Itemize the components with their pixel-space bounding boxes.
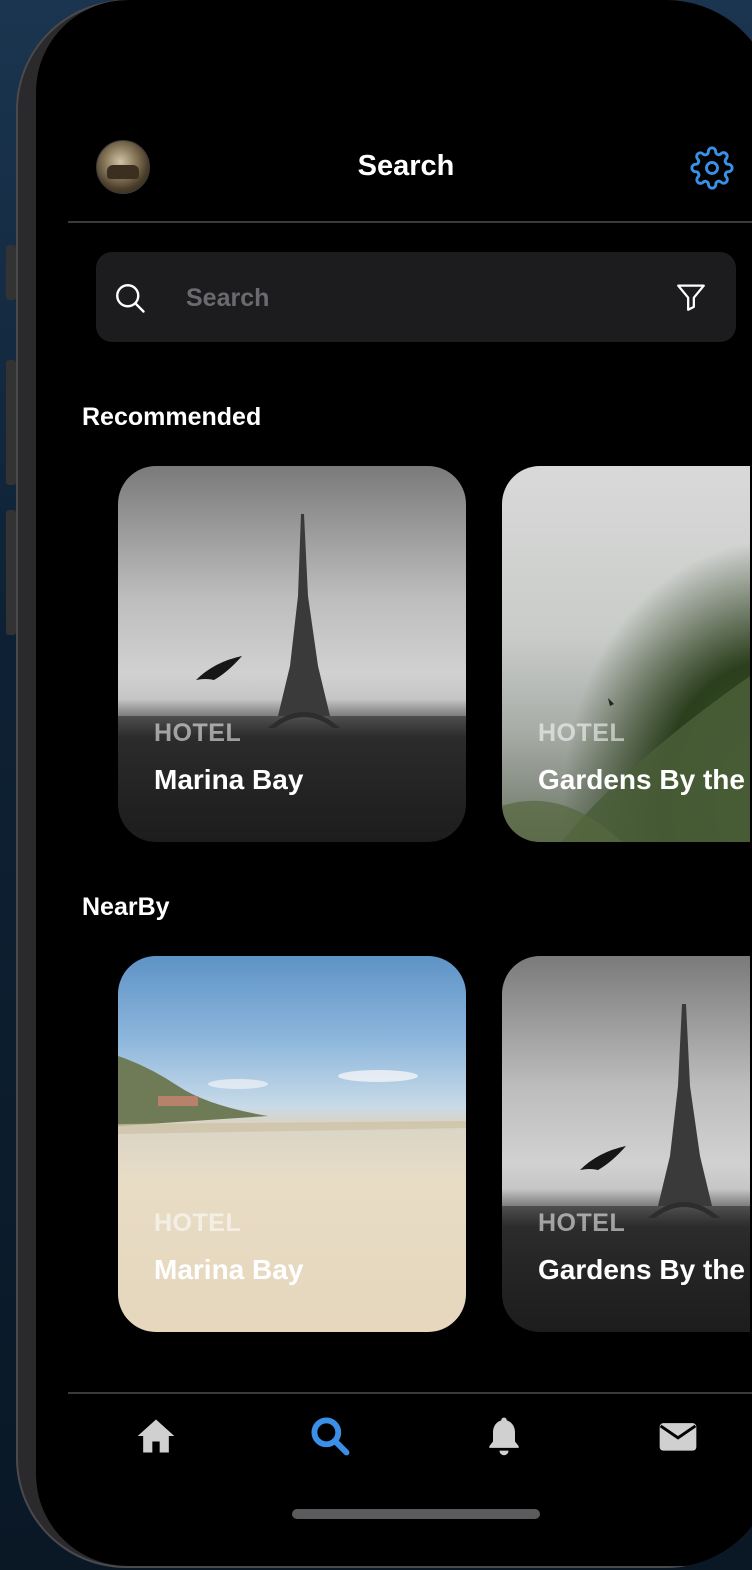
card-type-label: HOTEL — [154, 1209, 242, 1237]
bell-icon[interactable] — [482, 1414, 526, 1458]
search-icon — [116, 284, 145, 313]
search-input[interactable] — [186, 276, 646, 320]
header-divider — [68, 221, 752, 223]
page-title: Search — [357, 150, 455, 182]
recommended-card[interactable]: HOTEL Marina Bay — [118, 466, 466, 842]
home-icon[interactable] — [134, 1414, 178, 1458]
phone-frame: Search Recommended — [16, 0, 752, 1568]
card-type-label: HOTEL — [538, 1209, 626, 1237]
volume-up-button — [6, 360, 16, 485]
app-screen: Search Recommended — [36, 0, 752, 1566]
mute-switch — [6, 245, 16, 300]
nearby-card[interactable]: HOTEL Marina Bay — [118, 956, 466, 1332]
search-tab-icon[interactable] — [308, 1414, 352, 1458]
tabbar-divider — [68, 1392, 752, 1394]
card-title: Marina Bay — [154, 1254, 304, 1285]
volume-down-button — [6, 510, 16, 635]
search-bar[interactable] — [96, 252, 736, 342]
card-title: Gardens By the — [538, 764, 745, 795]
section-title-recommended: Recommended — [82, 403, 262, 431]
gear-icon[interactable] — [690, 146, 734, 190]
card-type-label: HOTEL — [538, 719, 626, 747]
nearby-card[interactable]: HOTEL Gardens By the — [502, 956, 750, 1332]
top-nav-bar: Search — [36, 120, 752, 222]
envelope-icon[interactable] — [656, 1414, 700, 1458]
filter-icon[interactable] — [674, 280, 708, 314]
recommended-card[interactable]: HOTEL Gardens By the — [502, 466, 750, 842]
section-title-nearby: NearBy — [82, 893, 170, 921]
home-indicator — [292, 1509, 540, 1519]
card-title: Gardens By the — [538, 1254, 745, 1285]
card-type-label: HOTEL — [154, 719, 242, 747]
card-title: Marina Bay — [154, 764, 304, 795]
